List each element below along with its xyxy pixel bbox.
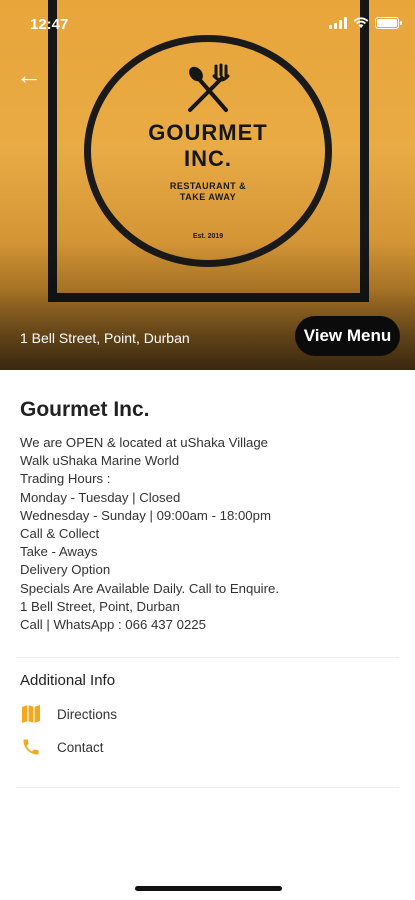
wifi-icon [353, 17, 369, 28]
additional-info-heading: Additional Info [20, 672, 116, 689]
description-line: Specials Are Available Daily. Call to En… [20, 580, 280, 596]
description-line: We are OPEN & located at uShaka Village [20, 435, 269, 450]
description-line: 1 Bell Street, Point, Durban [20, 598, 180, 614]
hero-banner: GOURMET INC. RESTAURANT & TAKE AWAY Est.… [0, 0, 415, 370]
logo-est: Est. 2019 [192, 233, 224, 240]
fork-spoon-icon [188, 63, 230, 112]
contact-label: Contact [57, 739, 104, 755]
contact-row[interactable]: Contact [20, 735, 104, 759]
divider [16, 787, 399, 788]
description-line: Trading Hours : [20, 471, 111, 487]
description-line: Walk uShaka Marine World [20, 453, 180, 469]
logo-name-line1: GOURMET [148, 120, 268, 145]
description-line: Call & Collect [20, 526, 100, 542]
divider [16, 657, 399, 658]
description-line: Monday - Tuesday | Closed [20, 489, 181, 505]
description-line: Call | WhatsApp : 066 437 0225 [20, 617, 206, 633]
status-icons [329, 17, 402, 29]
description-line: Delivery Option [20, 562, 111, 578]
status-time: 12:47 [30, 16, 69, 33]
home-indicator[interactable] [135, 886, 282, 891]
description-line: Wednesday - Sunday | 09:00am - 18:00pm [20, 507, 271, 523]
map-icon [20, 703, 42, 725]
view-menu-button[interactable]: View Menu [295, 316, 400, 356]
battery-icon [375, 17, 402, 29]
phone-icon [20, 736, 42, 758]
logo-tagline-line2: TAKE AWAY [179, 192, 237, 202]
logo-name-line2: INC. [184, 146, 232, 171]
business-title: Gourmet Inc. [20, 398, 150, 421]
back-arrow-icon[interactable]: ← [14, 60, 44, 90]
logo-tagline-line1: RESTAURANT & [169, 181, 247, 191]
hero-address: 1 Bell Street, Point, Durban [20, 330, 190, 346]
description-line: Take - Aways [20, 544, 98, 560]
directions-label: Directions [57, 706, 118, 722]
signal-icon [329, 17, 347, 29]
business-description: We are OPEN & located at uShaka Village … [20, 434, 400, 634]
directions-row[interactable]: Directions [20, 702, 117, 726]
